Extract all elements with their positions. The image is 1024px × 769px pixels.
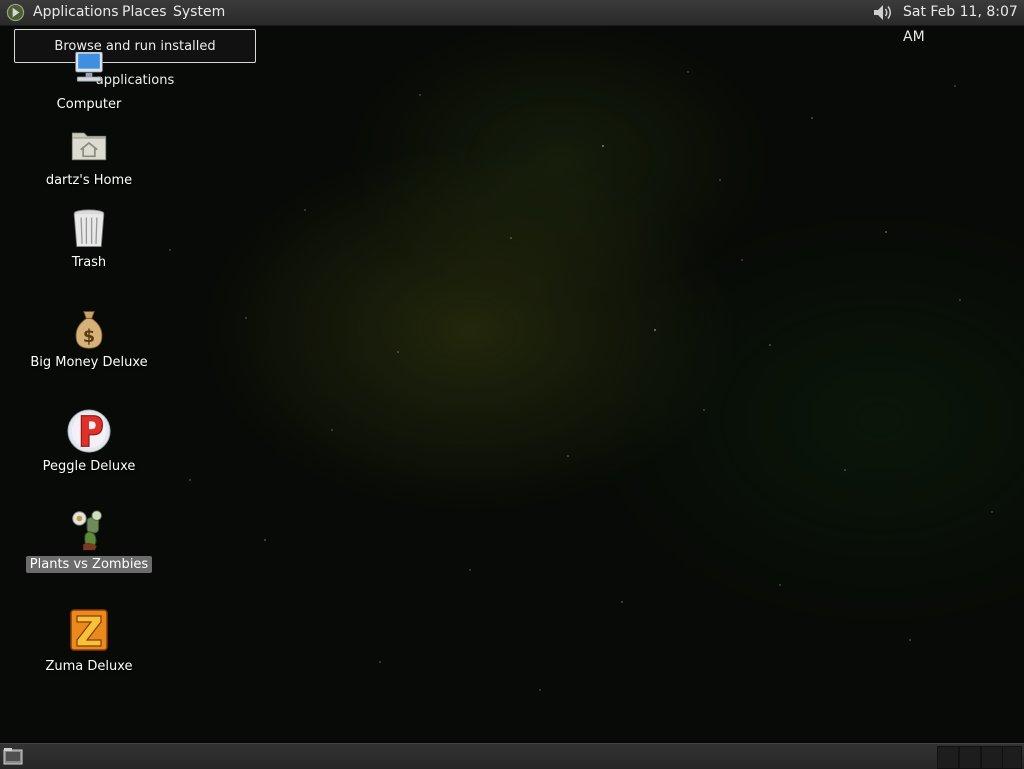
desktop-icon-label: Zuma Deluxe xyxy=(45,659,133,674)
applications-menu[interactable]: Applications xyxy=(33,0,119,25)
desktop-icon-label: Trash xyxy=(71,255,107,270)
desktop-icon-home[interactable]: dartz's Home xyxy=(24,128,154,189)
peggle-icon xyxy=(67,409,111,453)
zuma-icon xyxy=(70,609,108,651)
workspace-4[interactable] xyxy=(1002,746,1022,769)
desktop-icon-zuma-deluxe[interactable]: Zuma Deluxe xyxy=(24,606,154,675)
home-folder-icon xyxy=(71,132,107,161)
places-menu[interactable]: Places xyxy=(122,0,167,25)
desktop-icon-label: Computer xyxy=(56,97,122,112)
gnome-foot-icon[interactable] xyxy=(6,3,25,22)
trash-icon xyxy=(73,209,105,247)
money-bag-icon: $ xyxy=(75,311,103,349)
show-desktop-icon[interactable] xyxy=(3,747,25,766)
plants-vs-zombies-icon xyxy=(72,510,102,551)
desktop-icon-big-money-deluxe[interactable]: $ Big Money Deluxe xyxy=(24,308,154,371)
svg-text:$: $ xyxy=(83,327,95,347)
workspace-1[interactable] xyxy=(937,746,959,769)
workspace-3[interactable] xyxy=(981,746,1003,769)
desktop-icon-label: Peggle Deluxe xyxy=(42,459,136,474)
desktop-icon-trash[interactable]: Trash xyxy=(24,208,154,271)
desktop-icon-label: dartz's Home xyxy=(45,173,133,188)
desktop-icon-label: Big Money Deluxe xyxy=(30,355,148,370)
desktop-icon-label: Plants vs Zombies xyxy=(25,556,153,573)
bottom-panel xyxy=(0,743,1024,769)
desktop-icon-peggle-deluxe[interactable]: Peggle Deluxe xyxy=(24,408,154,475)
clock[interactable]: Sat Feb 11, 8:07 AM xyxy=(903,0,1024,50)
top-panel: Applications Places System Sat Feb 11, 8… xyxy=(0,0,1024,45)
desktop-icon-plants-vs-zombies[interactable]: Plants vs Zombies xyxy=(24,506,154,573)
desktop-icon-computer[interactable]: Computer xyxy=(24,52,154,113)
system-menu[interactable]: System xyxy=(173,0,225,25)
computer-icon xyxy=(75,52,103,82)
workspace-2[interactable] xyxy=(959,746,981,769)
speaker-icon[interactable] xyxy=(871,2,895,23)
